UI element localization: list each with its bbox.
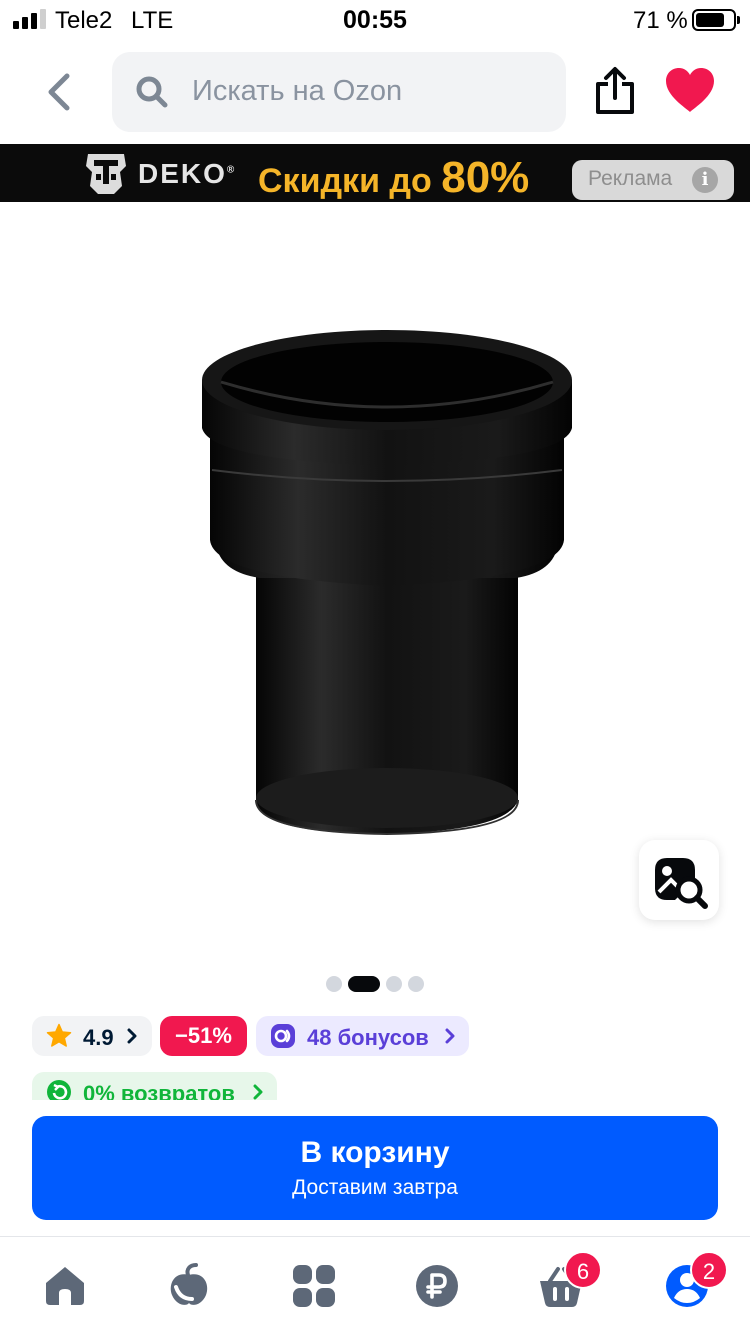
cart-button-sublabel: Доставим завтра bbox=[292, 1176, 458, 1199]
add-to-cart-button[interactable]: В корзину Доставим завтра bbox=[32, 1116, 718, 1220]
image-search-icon bbox=[655, 858, 708, 909]
banner-sale-text: Скидки до 80% bbox=[258, 153, 530, 202]
info-icon: i bbox=[692, 167, 718, 193]
tab-catalog[interactable] bbox=[291, 1263, 337, 1309]
home-icon bbox=[46, 1267, 84, 1305]
tab-finance[interactable] bbox=[414, 1263, 460, 1309]
gallery-dot[interactable] bbox=[326, 976, 342, 992]
catalog-icon bbox=[293, 1265, 335, 1307]
gallery-dot[interactable] bbox=[408, 976, 424, 992]
favorite-button[interactable] bbox=[664, 66, 716, 116]
battery-percent: 71 % bbox=[633, 7, 688, 34]
tab-home[interactable] bbox=[42, 1263, 88, 1309]
share-icon bbox=[596, 67, 634, 114]
ad-badge[interactable]: Реклама i bbox=[572, 160, 734, 200]
fresh-icon bbox=[170, 1263, 208, 1305]
search-icon bbox=[136, 76, 168, 108]
share-button[interactable] bbox=[590, 64, 640, 118]
rating-value: 4.9 bbox=[83, 1025, 114, 1050]
chevron-right-icon bbox=[445, 1028, 455, 1044]
gallery-dot-active[interactable] bbox=[348, 976, 380, 992]
chevron-right-icon bbox=[127, 1028, 137, 1044]
rating-chip[interactable]: 4.9 bbox=[32, 1016, 152, 1056]
tab-bar: 6 2 bbox=[0, 1236, 750, 1334]
gallery-dot[interactable] bbox=[386, 976, 402, 992]
ad-banner[interactable]: DEKO® Скидки до 80% Реклама i bbox=[0, 144, 750, 202]
search-placeholder: Искать на Ozon bbox=[192, 75, 403, 107]
image-search-button[interactable] bbox=[639, 840, 719, 920]
status-bar: Tele2 LTE 00:55 71 % bbox=[0, 0, 750, 42]
cart-count-badge: 6 bbox=[564, 1251, 602, 1289]
chevron-right-icon bbox=[253, 1084, 263, 1100]
battery-icon bbox=[692, 9, 740, 31]
star-icon bbox=[46, 1023, 72, 1047]
cart-button-label: В корзину bbox=[300, 1136, 450, 1169]
discount-badge: −51% bbox=[160, 1016, 247, 1056]
banner-sale-percent: 80% bbox=[441, 153, 530, 202]
bonus-chip[interactable]: 48 бонусов bbox=[256, 1016, 469, 1056]
product-photo[interactable] bbox=[190, 320, 590, 850]
search-input[interactable]: Искать на Ozon bbox=[112, 52, 566, 132]
heart-icon bbox=[666, 68, 714, 112]
deko-logo-icon bbox=[86, 154, 126, 194]
bonus-icon bbox=[271, 1024, 295, 1048]
trademark-mark: ® bbox=[226, 164, 237, 176]
ruble-icon bbox=[416, 1265, 458, 1307]
profile-notification-badge: 2 bbox=[690, 1251, 728, 1289]
back-button[interactable] bbox=[30, 62, 90, 122]
tab-profile[interactable]: 2 bbox=[664, 1251, 728, 1309]
chevron-left-icon bbox=[48, 73, 70, 111]
banner-brand: DEKO® bbox=[138, 158, 237, 189]
content-cutoff bbox=[0, 1100, 750, 1114]
tab-fresh[interactable] bbox=[166, 1263, 212, 1309]
bonus-label: 48 бонусов bbox=[307, 1025, 429, 1050]
ad-label: Реклама bbox=[588, 167, 673, 190]
tab-cart[interactable]: 6 bbox=[538, 1251, 602, 1309]
